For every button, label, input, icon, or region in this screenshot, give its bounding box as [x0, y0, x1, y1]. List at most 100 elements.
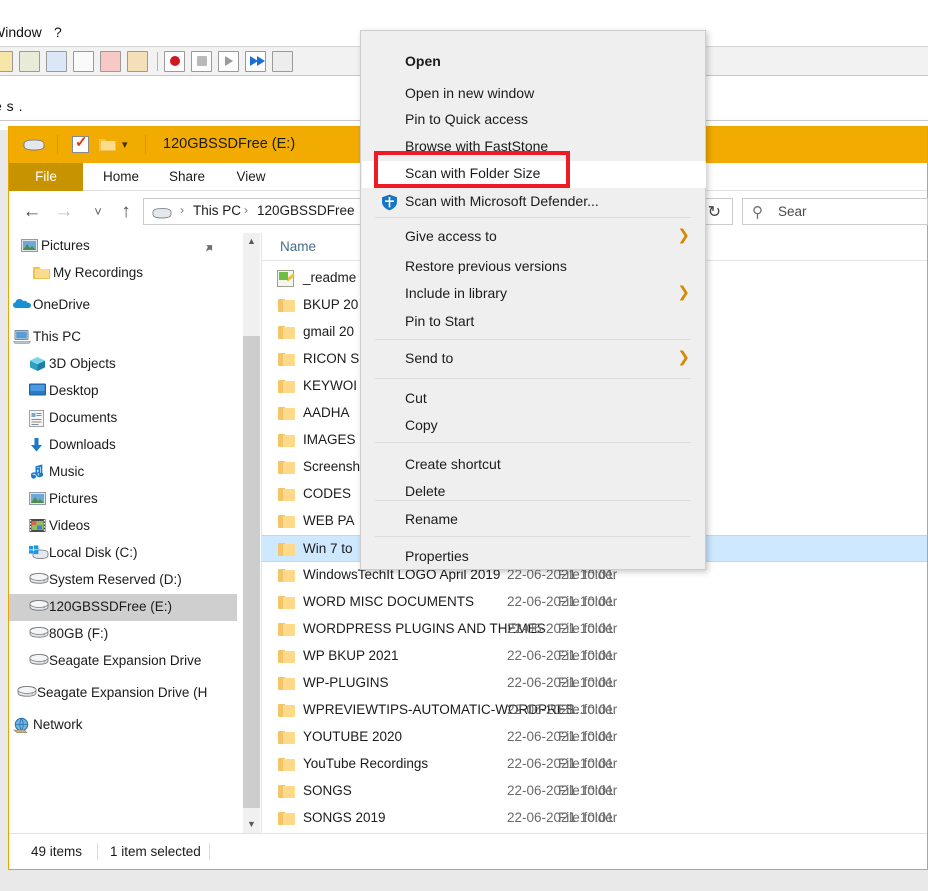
- sidebar-item-this-pc[interactable]: This PC: [9, 324, 237, 351]
- scroll-down-icon[interactable]: ▼: [243, 816, 260, 833]
- sidebar-item-network[interactable]: Network: [9, 712, 237, 739]
- properties-check-icon[interactable]: [72, 136, 89, 153]
- sidebar-item-downloads[interactable]: Downloads: [9, 432, 237, 459]
- folder-icon: [278, 542, 295, 556]
- highlight-annotation-box: [374, 151, 570, 188]
- menu-separator: [375, 339, 691, 340]
- menu-item-cut[interactable]: Cut: [362, 386, 706, 413]
- new-folder-icon[interactable]: [99, 137, 116, 152]
- breadcrumb-this-pc[interactable]: This PC: [193, 203, 241, 218]
- tab-share[interactable]: Share: [157, 163, 217, 191]
- menu-item-copy[interactable]: Copy: [362, 413, 706, 440]
- menu-separator: [375, 536, 691, 537]
- status-bar: 49 items 1 item selected: [9, 833, 927, 869]
- recent-locations-button[interactable]: ˅: [85, 200, 111, 224]
- chevron-right-icon: ❯: [677, 283, 690, 301]
- menu-item-label: Pin to Start: [405, 313, 474, 329]
- status-divider-1: [97, 843, 98, 860]
- context-menu[interactable]: Open Open in new windowPin to Quick acces…: [360, 30, 706, 570]
- file-name: CODES: [303, 486, 351, 501]
- pictures-icon: [29, 491, 46, 508]
- videos-icon: [29, 518, 46, 535]
- menu-item-pin-to-quick-access[interactable]: Pin to Quick access: [362, 107, 706, 134]
- tab-home[interactable]: Home: [91, 163, 151, 191]
- scrollbar-thumb[interactable]: [243, 336, 260, 808]
- chevron-right-icon: ❯: [677, 226, 690, 244]
- customize-caret-icon[interactable]: ▾: [122, 138, 128, 151]
- table-row[interactable]: YOUTUBE 202022-06-2021 10:01File folder: [262, 724, 927, 751]
- sidebar-item-label: 3D Objects: [49, 356, 116, 371]
- sidebar-item-system-reserved-d[interactable]: System Reserved (D:): [9, 567, 237, 594]
- sidebar-item-120gbssdfree-e[interactable]: 120GBSSDFree (E:): [9, 594, 237, 621]
- folder-icon: [278, 730, 295, 744]
- menu-item-rename[interactable]: Rename: [362, 507, 706, 534]
- menu-separator: [375, 217, 691, 218]
- item-count: 49 items: [31, 844, 82, 859]
- menu-item-create-shortcut[interactable]: Create shortcut: [362, 452, 706, 479]
- table-row[interactable]: WORDPRESS PLUGINS AND THEMES22-06-2021 1…: [262, 616, 927, 643]
- sidebar-item-seagate-expansion-drive[interactable]: Seagate Expansion Drive: [9, 648, 237, 675]
- toolbar-icon-eye[interactable]: [127, 51, 148, 72]
- toolbar-icon-1[interactable]: [0, 51, 13, 72]
- search-icon: ⚲: [752, 203, 763, 221]
- file-name: SONGS: [303, 783, 352, 798]
- column-name[interactable]: Name: [280, 239, 316, 254]
- folder-icon: [278, 406, 295, 420]
- table-row[interactable]: WP-PLUGINS22-06-2021 10:01File folder: [262, 670, 927, 697]
- menu-item-label: Include in library: [405, 285, 507, 301]
- sidebar-item-local-disk-c[interactable]: Local Disk (C:): [9, 540, 237, 567]
- menu-item-restore-previous-versions[interactable]: Restore previous versions: [362, 254, 706, 281]
- table-row[interactable]: SONGS22-06-2021 10:01File folder: [262, 778, 927, 805]
- table-row[interactable]: YouTube Recordings22-06-2021 10:01File f…: [262, 751, 927, 778]
- toolbar-icon-copy[interactable]: [46, 51, 67, 72]
- sidebar-item-3d-objects[interactable]: 3D Objects: [9, 351, 237, 378]
- table-row[interactable]: WPREVIEWTIPS-AUTOMATIC-WORDPRES…22-06-20…: [262, 697, 927, 724]
- sidebar-item-documents[interactable]: Documents: [9, 405, 237, 432]
- sidebar-item-80gb-f[interactable]: 80GB (F:): [9, 621, 237, 648]
- search-input[interactable]: ⚲ Sear: [742, 198, 928, 225]
- table-row[interactable]: WP BKUP 202122-06-2021 10:01File folder: [262, 643, 927, 670]
- pin-icon[interactable]: [197, 239, 218, 260]
- toolbar-icon-edit[interactable]: [73, 51, 94, 72]
- windows-drive-icon: [29, 545, 46, 562]
- menu-item-open-in-new-window[interactable]: Open in new window: [362, 81, 706, 108]
- sidebar-item-desktop[interactable]: Desktop: [9, 378, 237, 405]
- tab-file[interactable]: File: [9, 163, 83, 191]
- menu-item-scan-with-microsoft-defender[interactable]: Scan with Microsoft Defender...: [362, 189, 706, 216]
- network-icon: [13, 717, 30, 734]
- table-row[interactable]: WORD MISC DOCUMENTS22-06-2021 10:01File …: [262, 589, 927, 616]
- menu-item-delete[interactable]: Delete: [362, 479, 706, 506]
- menu-help[interactable]: ?: [54, 24, 62, 40]
- toolbar-icon-folder[interactable]: [100, 51, 121, 72]
- navigation-scrollbar[interactable]: ▲ ▼: [243, 233, 260, 833]
- file-name: RICON S: [303, 351, 359, 366]
- sidebar-item-my-recordings[interactable]: My Recordings: [9, 260, 237, 287]
- sidebar-item-onedrive[interactable]: OneDrive: [9, 292, 237, 319]
- menu-item-include-in-library[interactable]: Include in library ❯: [362, 281, 706, 308]
- menu-item-send-to[interactable]: Send to❯: [362, 346, 706, 373]
- back-button[interactable]: ←: [19, 200, 45, 224]
- sidebar-item-pictures[interactable]: Pictures: [9, 233, 237, 260]
- menu-window[interactable]: Window: [0, 24, 42, 40]
- menu-item-label: Delete: [405, 483, 445, 499]
- refresh-icon[interactable]: ↻: [708, 202, 721, 222]
- toolbar-icon-list[interactable]: [272, 51, 293, 72]
- file-name: WP-PLUGINS: [303, 675, 389, 690]
- scroll-up-icon[interactable]: ▲: [243, 233, 260, 250]
- menu-item-open[interactable]: Open: [362, 49, 706, 76]
- onedrive-icon: [13, 297, 30, 314]
- menu-item-properties[interactable]: Properties: [362, 544, 706, 571]
- sidebar-item-seagate-expansion-drive-h[interactable]: Seagate Expansion Drive (H: [9, 680, 237, 707]
- up-button[interactable]: ↑: [113, 200, 139, 224]
- menu-item-give-access-to[interactable]: Give access to❯: [362, 224, 706, 251]
- menu-item-pin-to-start[interactable]: Pin to Start: [362, 309, 706, 336]
- sidebar-item-pictures[interactable]: Pictures: [9, 486, 237, 513]
- sidebar-item-music[interactable]: Music: [9, 459, 237, 486]
- breadcrumb-drive[interactable]: 120GBSSDFree: [257, 203, 355, 218]
- play-triangle-icon: [225, 56, 233, 66]
- sidebar-item-videos[interactable]: Videos: [9, 513, 237, 540]
- toolbar-icon-map[interactable]: [19, 51, 40, 72]
- tab-view[interactable]: View: [223, 163, 279, 191]
- table-row[interactable]: SONGS 201922-06-2021 10:01File folder: [262, 805, 927, 832]
- forward-button[interactable]: →: [51, 200, 77, 224]
